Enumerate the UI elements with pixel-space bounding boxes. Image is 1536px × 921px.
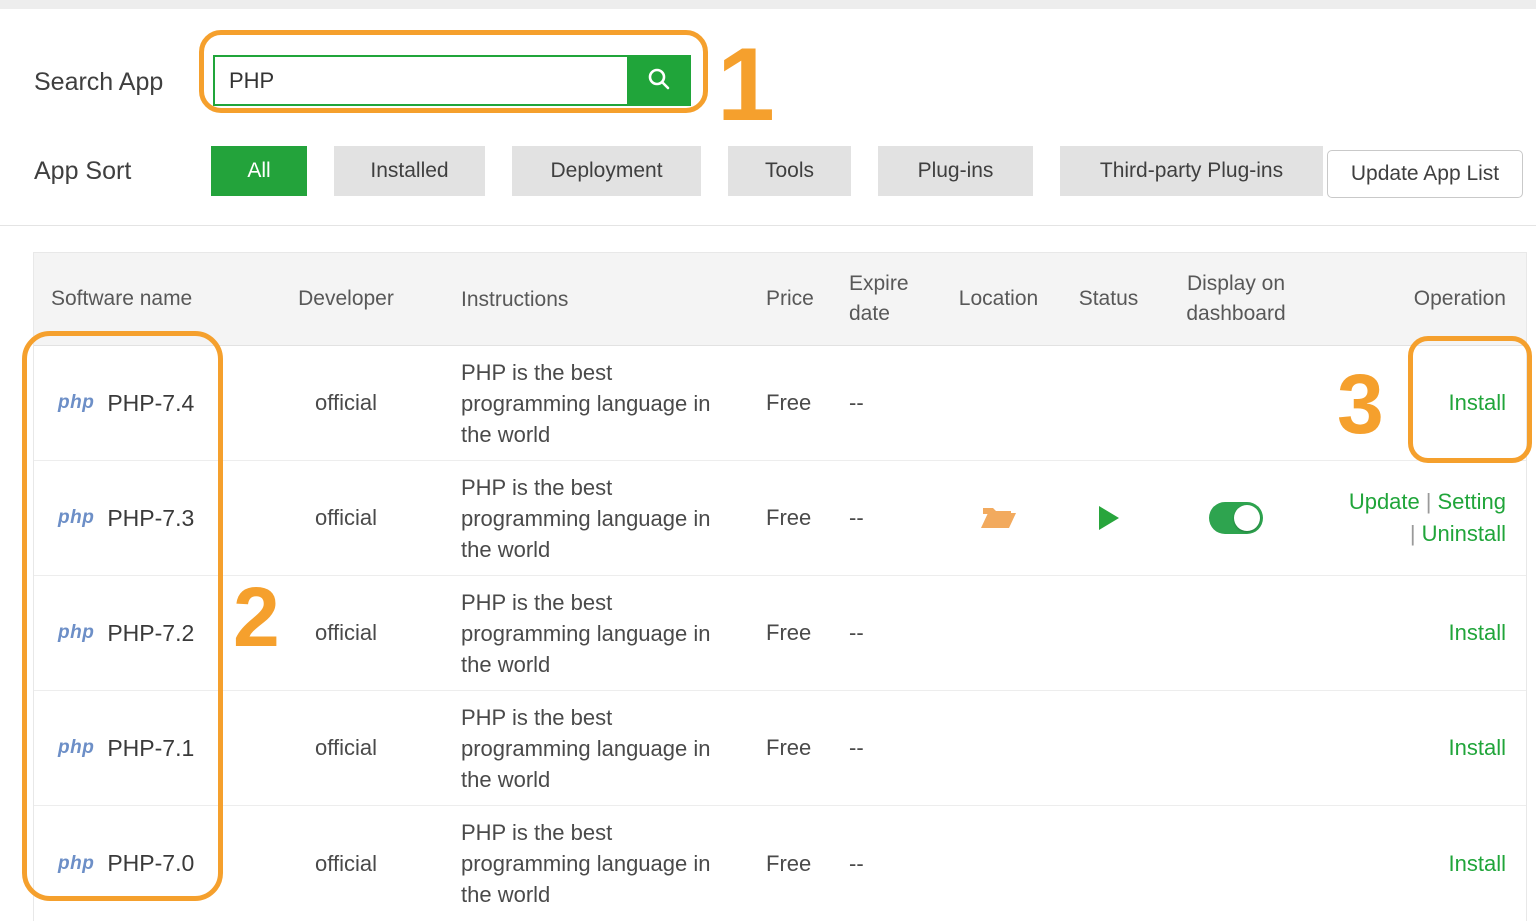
- operation-cell: Install: [1316, 732, 1526, 764]
- price-cell: Free: [746, 505, 831, 531]
- expire-date-cell: --: [831, 620, 936, 646]
- search-button[interactable]: [627, 55, 691, 106]
- search-input[interactable]: [213, 55, 627, 106]
- tab-third-party-plug-ins[interactable]: Third-party Plug-ins: [1060, 146, 1323, 196]
- running-play-icon[interactable]: [1099, 506, 1119, 530]
- install-link[interactable]: Install: [1449, 735, 1506, 760]
- operation-line-2: |Uninstall: [1316, 518, 1506, 550]
- operation-cell: Install: [1316, 617, 1526, 649]
- operation-cell: Install: [1316, 848, 1526, 880]
- price-cell: Free: [746, 390, 831, 416]
- tab-installed[interactable]: Installed: [334, 146, 485, 196]
- install-link[interactable]: Install: [1449, 620, 1506, 645]
- status-cell: [1061, 506, 1156, 530]
- php-icon: php: [58, 737, 94, 759]
- header-operation: Operation: [1316, 283, 1526, 315]
- install-link[interactable]: Install: [1449, 390, 1506, 415]
- header-instructions: Instructions: [441, 284, 746, 315]
- operation-cell: Install: [1316, 387, 1526, 419]
- php-icon: php: [58, 622, 94, 644]
- search-box: [213, 55, 691, 106]
- php-icon: php: [58, 392, 94, 414]
- operation-line-1: Update|Setting: [1316, 486, 1506, 518]
- page-top-strip: [0, 0, 1536, 9]
- software-name: PHP-7.3: [107, 505, 194, 532]
- app-sort-tabs: All Installed Deployment Tools Plug-ins …: [211, 146, 1323, 196]
- expire-date-cell: --: [831, 505, 936, 531]
- tab-all[interactable]: All: [211, 146, 307, 196]
- operation-separator: |: [1404, 521, 1422, 546]
- instructions-cell: PHP is the best programming language in …: [441, 357, 746, 450]
- software-name: PHP-7.2: [107, 620, 194, 647]
- expire-date-cell: --: [831, 735, 936, 761]
- instructions-cell: PHP is the best programming language in …: [441, 817, 746, 910]
- expire-date-cell: --: [831, 390, 936, 416]
- table-row-php-7-4: php PHP-7.4 official PHP is the best pro…: [34, 346, 1526, 461]
- table-row-php-7-2: php PHP-7.2 official PHP is the best pro…: [34, 576, 1526, 691]
- instructions-cell: PHP is the best programming language in …: [441, 472, 746, 565]
- tab-deployment[interactable]: Deployment: [512, 146, 701, 196]
- dashboard-toggle[interactable]: [1209, 502, 1263, 534]
- tab-plug-ins[interactable]: Plug-ins: [878, 146, 1033, 196]
- software-name: PHP-7.1: [107, 735, 194, 762]
- developer-cell: official: [251, 620, 441, 646]
- open-folder-icon[interactable]: [980, 500, 1017, 536]
- setting-link[interactable]: Setting: [1438, 489, 1507, 514]
- app-sort-label: App Sort: [34, 157, 131, 186]
- search-icon: [645, 65, 673, 96]
- operation-cell: Update|Setting |Uninstall: [1316, 486, 1526, 550]
- expire-date-cell: --: [831, 851, 936, 877]
- software-name: PHP-7.4: [107, 390, 194, 417]
- instructions-cell: PHP is the best programming language in …: [441, 587, 746, 680]
- header-developer: Developer: [251, 287, 441, 311]
- php-icon: php: [58, 507, 94, 529]
- header-software-name: Software name: [34, 287, 251, 311]
- header-status: Status: [1061, 287, 1156, 311]
- header-price: Price: [746, 287, 831, 311]
- price-cell: Free: [746, 620, 831, 646]
- install-link[interactable]: Install: [1449, 851, 1506, 876]
- table-header: Software name Developer Instructions Pri…: [34, 253, 1526, 346]
- instructions-cell: PHP is the best programming language in …: [441, 702, 746, 795]
- developer-cell: official: [251, 735, 441, 761]
- developer-cell: official: [251, 851, 441, 877]
- header-display-on-dashboard: Display on dashboard: [1156, 269, 1316, 329]
- tab-tools[interactable]: Tools: [728, 146, 851, 196]
- developer-cell: official: [251, 505, 441, 531]
- toggle-knob: [1234, 505, 1260, 531]
- uninstall-link[interactable]: Uninstall: [1422, 521, 1506, 546]
- software-name: PHP-7.0: [107, 850, 194, 877]
- table-row-php-7-3: php PHP-7.3 official PHP is the best pro…: [34, 461, 1526, 576]
- update-app-list-button[interactable]: Update App List: [1327, 150, 1523, 198]
- price-cell: Free: [746, 735, 831, 761]
- search-app-label: Search App: [34, 68, 163, 97]
- update-link[interactable]: Update: [1349, 489, 1420, 514]
- table-row-php-7-0: php PHP-7.0 official PHP is the best pro…: [34, 806, 1526, 921]
- price-cell: Free: [746, 851, 831, 877]
- operation-separator: |: [1420, 489, 1438, 514]
- table-row-php-7-1: php PHP-7.1 official PHP is the best pro…: [34, 691, 1526, 806]
- developer-cell: official: [251, 390, 441, 416]
- apps-table: Software name Developer Instructions Pri…: [33, 252, 1527, 921]
- header-location: Location: [936, 287, 1061, 311]
- location-cell: [936, 500, 1061, 536]
- display-on-dashboard-cell: [1156, 502, 1316, 534]
- search-filter-panel: Search App App Sort All Installed Deploy…: [0, 9, 1536, 226]
- php-icon: php: [58, 853, 94, 875]
- header-expire-date: Expire date: [831, 269, 936, 329]
